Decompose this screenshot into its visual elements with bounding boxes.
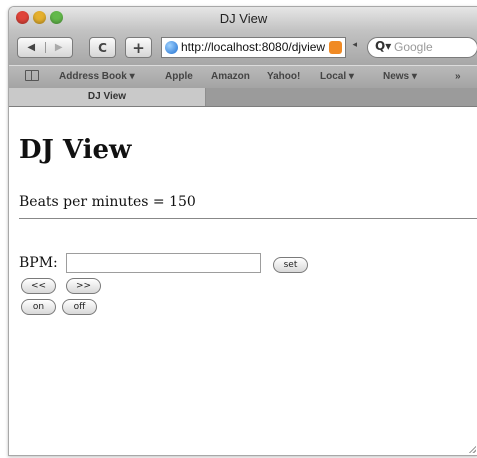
chevron-icon: ◂ bbox=[352, 39, 357, 49]
page-title: DJ View bbox=[19, 135, 132, 165]
off-button[interactable]: off bbox=[62, 299, 97, 315]
increase-bpm-button[interactable]: >> bbox=[66, 278, 101, 294]
bpm-input[interactable] bbox=[66, 253, 261, 273]
bookmark-local[interactable]: Local ▾ bbox=[320, 71, 354, 82]
address-url[interactable]: http://localhost:8080/djview bbox=[181, 40, 326, 54]
divider bbox=[19, 218, 477, 219]
tab-dj-view[interactable]: DJ View bbox=[9, 88, 206, 106]
decrease-bpm-button[interactable]: << bbox=[21, 278, 56, 294]
browser-toolbar: ◀ ▶ C + http://localhost:8080/djview ◂ Q… bbox=[9, 31, 477, 65]
book-icon[interactable] bbox=[25, 70, 39, 81]
on-button[interactable]: on bbox=[21, 299, 56, 315]
back-forward-buttons: ◀ ▶ bbox=[17, 37, 73, 58]
page-content: DJ View Beats per minutes = 150 BPM: set… bbox=[9, 107, 477, 455]
set-button[interactable]: set bbox=[273, 257, 308, 273]
bookmarks-overflow[interactable]: » bbox=[455, 71, 461, 82]
back-button[interactable]: ◀ bbox=[18, 42, 45, 53]
bpm-label: BPM: bbox=[19, 255, 58, 271]
search-placeholder: Google bbox=[394, 40, 433, 54]
title-bar: DJ View bbox=[9, 7, 477, 31]
window-title: DJ View bbox=[219, 11, 268, 26]
address-bar[interactable]: http://localhost:8080/djview ◂ bbox=[161, 37, 357, 58]
tab-bar: DJ View bbox=[9, 88, 477, 107]
bookmark-apple[interactable]: Apple bbox=[165, 71, 193, 82]
feed-icon[interactable] bbox=[329, 41, 342, 54]
bookmark-news[interactable]: News ▾ bbox=[383, 71, 417, 82]
bpm-status-text: Beats per minutes = 150 bbox=[19, 194, 196, 210]
reload-button[interactable]: C bbox=[89, 37, 116, 58]
globe-icon bbox=[165, 41, 178, 54]
resize-grip[interactable] bbox=[468, 445, 476, 453]
search-icon[interactable]: Q▾ bbox=[375, 39, 391, 53]
browser-window: DJ View ◀ ▶ C + http://localhost:8080/dj… bbox=[8, 6, 477, 456]
bookmark-yahoo[interactable]: Yahoo! bbox=[267, 71, 300, 82]
bookmarks-bar: Address Book ▾ Apple Amazon Yahoo! Local… bbox=[9, 65, 477, 88]
bookmark-address-book[interactable]: Address Book ▾ bbox=[59, 71, 135, 82]
add-bookmark-button[interactable]: + bbox=[125, 37, 152, 58]
forward-button[interactable]: ▶ bbox=[44, 42, 73, 53]
bookmark-amazon[interactable]: Amazon bbox=[211, 71, 250, 82]
search-field[interactable]: Q▾ Google bbox=[367, 37, 477, 58]
